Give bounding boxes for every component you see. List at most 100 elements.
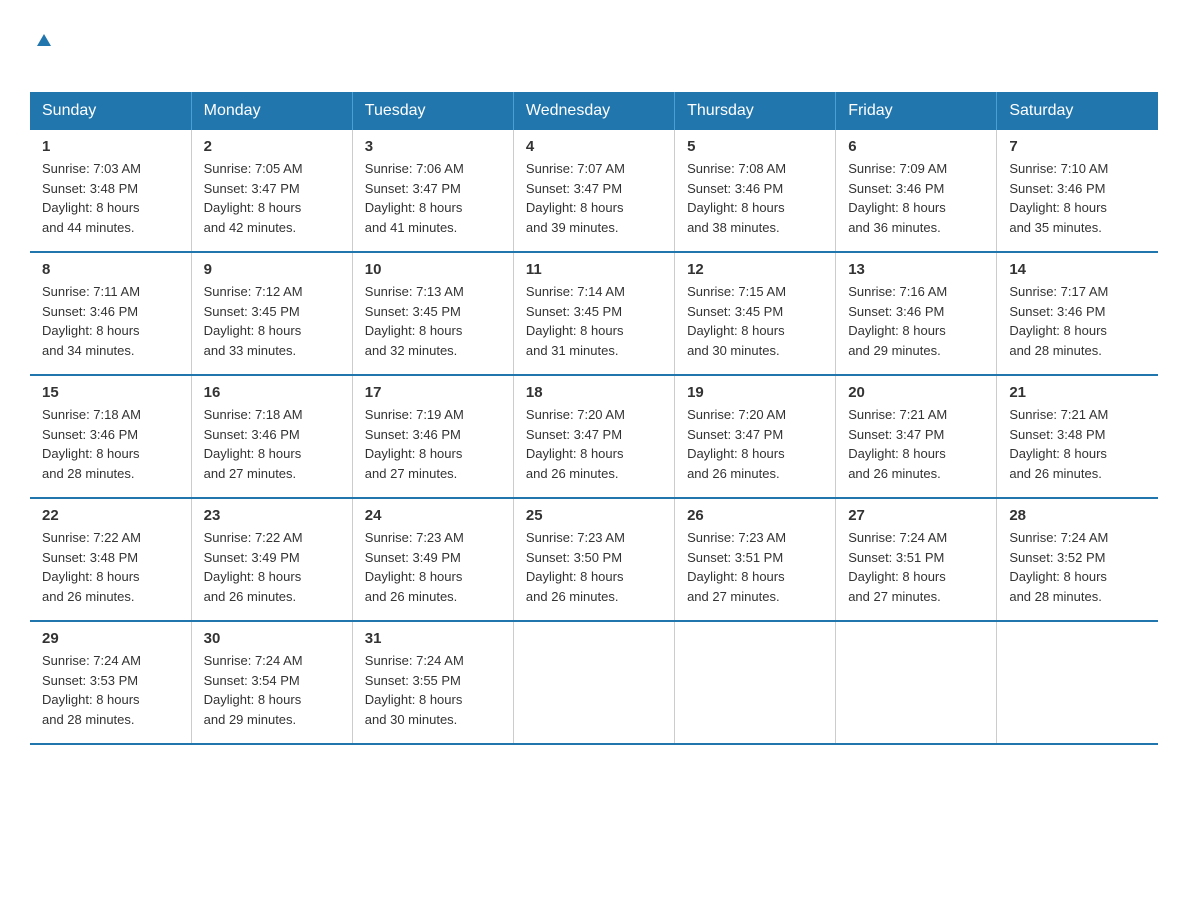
calendar-cell: 28Sunrise: 7:24 AMSunset: 3:52 PMDayligh… bbox=[997, 498, 1158, 621]
calendar-cell: 20 Sunrise: 7:21 AMSunset: 3:47 PMDayligh… bbox=[836, 375, 997, 498]
calendar-cell bbox=[836, 621, 997, 744]
day-number: 12 bbox=[687, 261, 823, 278]
calendar-cell: 19Sunrise: 7:20 AMSunset: 3:47 PMDayligh… bbox=[675, 375, 836, 498]
day-info: Sunrise: 7:24 AMSunset: 3:54 PMDaylight:… bbox=[204, 651, 340, 729]
calendar-cell: 4Sunrise: 7:07 AMSunset: 3:47 PMDaylight… bbox=[513, 130, 674, 252]
day-number: 17 bbox=[365, 384, 501, 401]
day-number: 24 bbox=[365, 507, 501, 524]
header-sunday: Sunday bbox=[30, 92, 191, 130]
page-header bbox=[30, 20, 1158, 82]
day-info: Sunrise: 7:18 AMSunset: 3:46 PMDaylight:… bbox=[204, 405, 340, 483]
calendar-cell: 6 Sunrise: 7:09 AMSunset: 3:46 PMDaylight… bbox=[836, 130, 997, 252]
calendar-header-row: SundayMondayTuesdayWednesdayThursdayFrid… bbox=[30, 92, 1158, 130]
calendar-cell: 29 Sunrise: 7:24 AMSunset: 3:53 PMDayligh… bbox=[30, 621, 191, 744]
day-number: 8 bbox=[42, 261, 179, 278]
day-info: Sunrise: 7:23 AMSunset: 3:51 PMDaylight:… bbox=[687, 528, 823, 606]
logo-triangle-icon bbox=[33, 28, 55, 50]
day-info: Sunrise: 7:22 AMSunset: 3:49 PMDaylight:… bbox=[204, 528, 340, 606]
calendar-cell: 7Sunrise: 7:10 AMSunset: 3:46 PMDaylight… bbox=[997, 130, 1158, 252]
day-info: Sunrise: 7:19 AMSunset: 3:46 PMDaylight:… bbox=[365, 405, 501, 483]
day-info: Sunrise: 7:15 AMSunset: 3:45 PMDaylight:… bbox=[687, 282, 823, 360]
calendar-cell: 14 Sunrise: 7:17 AMSunset: 3:46 PMDayligh… bbox=[997, 252, 1158, 375]
calendar-cell: 18Sunrise: 7:20 AMSunset: 3:47 PMDayligh… bbox=[513, 375, 674, 498]
day-number: 9 bbox=[204, 261, 340, 278]
header-thursday: Thursday bbox=[675, 92, 836, 130]
calendar-cell: 17 Sunrise: 7:19 AMSunset: 3:46 PMDayligh… bbox=[352, 375, 513, 498]
calendar-cell bbox=[513, 621, 674, 744]
calendar-cell: 3 Sunrise: 7:06 AMSunset: 3:47 PMDaylight… bbox=[352, 130, 513, 252]
calendar-cell: 25Sunrise: 7:23 AMSunset: 3:50 PMDayligh… bbox=[513, 498, 674, 621]
day-number: 2 bbox=[204, 138, 340, 155]
calendar-cell: 8 Sunrise: 7:11 AMSunset: 3:46 PMDaylight… bbox=[30, 252, 191, 375]
day-info: Sunrise: 7:09 AMSunset: 3:46 PMDaylight:… bbox=[848, 159, 984, 237]
day-info: Sunrise: 7:21 AMSunset: 3:48 PMDaylight:… bbox=[1009, 405, 1146, 483]
calendar-cell: 2 Sunrise: 7:05 AMSunset: 3:47 PMDaylight… bbox=[191, 130, 352, 252]
logo bbox=[30, 20, 55, 82]
day-number: 18 bbox=[526, 384, 662, 401]
day-info: Sunrise: 7:20 AMSunset: 3:47 PMDaylight:… bbox=[687, 405, 823, 483]
day-info: Sunrise: 7:24 AMSunset: 3:53 PMDaylight:… bbox=[42, 651, 179, 729]
calendar-week-row: 22 Sunrise: 7:22 AMSunset: 3:48 PMDayligh… bbox=[30, 498, 1158, 621]
day-number: 20 bbox=[848, 384, 984, 401]
day-number: 28 bbox=[1009, 507, 1146, 524]
day-info: Sunrise: 7:06 AMSunset: 3:47 PMDaylight:… bbox=[365, 159, 501, 237]
day-info: Sunrise: 7:05 AMSunset: 3:47 PMDaylight:… bbox=[204, 159, 340, 237]
day-number: 27 bbox=[848, 507, 984, 524]
day-info: Sunrise: 7:17 AMSunset: 3:46 PMDaylight:… bbox=[1009, 282, 1146, 360]
calendar-cell: 16 Sunrise: 7:18 AMSunset: 3:46 PMDayligh… bbox=[191, 375, 352, 498]
day-number: 14 bbox=[1009, 261, 1146, 278]
day-info: Sunrise: 7:11 AMSunset: 3:46 PMDaylight:… bbox=[42, 282, 179, 360]
day-number: 1 bbox=[42, 138, 179, 155]
day-number: 3 bbox=[365, 138, 501, 155]
calendar-cell bbox=[675, 621, 836, 744]
day-info: Sunrise: 7:03 AMSunset: 3:48 PMDaylight:… bbox=[42, 159, 179, 237]
calendar-week-row: 15 Sunrise: 7:18 AMSunset: 3:46 PMDayligh… bbox=[30, 375, 1158, 498]
calendar-cell: 9Sunrise: 7:12 AMSunset: 3:45 PMDaylight… bbox=[191, 252, 352, 375]
calendar-cell: 15 Sunrise: 7:18 AMSunset: 3:46 PMDayligh… bbox=[30, 375, 191, 498]
day-number: 15 bbox=[42, 384, 179, 401]
header-saturday: Saturday bbox=[997, 92, 1158, 130]
header-friday: Friday bbox=[836, 92, 997, 130]
calendar-week-row: 8 Sunrise: 7:11 AMSunset: 3:46 PMDaylight… bbox=[30, 252, 1158, 375]
day-number: 6 bbox=[848, 138, 984, 155]
day-number: 11 bbox=[526, 261, 662, 278]
calendar-cell: 22 Sunrise: 7:22 AMSunset: 3:48 PMDayligh… bbox=[30, 498, 191, 621]
calendar-cell: 24 Sunrise: 7:23 AMSunset: 3:49 PMDayligh… bbox=[352, 498, 513, 621]
calendar-cell: 21 Sunrise: 7:21 AMSunset: 3:48 PMDayligh… bbox=[997, 375, 1158, 498]
day-number: 16 bbox=[204, 384, 340, 401]
calendar-cell: 11Sunrise: 7:14 AMSunset: 3:45 PMDayligh… bbox=[513, 252, 674, 375]
header-tuesday: Tuesday bbox=[352, 92, 513, 130]
calendar-cell: 31 Sunrise: 7:24 AMSunset: 3:55 PMDayligh… bbox=[352, 621, 513, 744]
calendar-cell: 1 Sunrise: 7:03 AMSunset: 3:48 PMDaylight… bbox=[30, 130, 191, 252]
day-info: Sunrise: 7:22 AMSunset: 3:48 PMDaylight:… bbox=[42, 528, 179, 606]
calendar-cell: 23 Sunrise: 7:22 AMSunset: 3:49 PMDayligh… bbox=[191, 498, 352, 621]
day-info: Sunrise: 7:23 AMSunset: 3:49 PMDaylight:… bbox=[365, 528, 501, 606]
day-info: Sunrise: 7:13 AMSunset: 3:45 PMDaylight:… bbox=[365, 282, 501, 360]
day-number: 10 bbox=[365, 261, 501, 278]
day-info: Sunrise: 7:18 AMSunset: 3:46 PMDaylight:… bbox=[42, 405, 179, 483]
calendar-table: SundayMondayTuesdayWednesdayThursdayFrid… bbox=[30, 92, 1158, 745]
day-number: 31 bbox=[365, 630, 501, 647]
day-number: 13 bbox=[848, 261, 984, 278]
day-number: 5 bbox=[687, 138, 823, 155]
day-number: 23 bbox=[204, 507, 340, 524]
header-monday: Monday bbox=[191, 92, 352, 130]
day-info: Sunrise: 7:24 AMSunset: 3:51 PMDaylight:… bbox=[848, 528, 984, 606]
day-number: 21 bbox=[1009, 384, 1146, 401]
calendar-cell: 26 Sunrise: 7:23 AMSunset: 3:51 PMDayligh… bbox=[675, 498, 836, 621]
day-info: Sunrise: 7:21 AMSunset: 3:47 PMDaylight:… bbox=[848, 405, 984, 483]
calendar-cell: 27 Sunrise: 7:24 AMSunset: 3:51 PMDayligh… bbox=[836, 498, 997, 621]
day-info: Sunrise: 7:24 AMSunset: 3:55 PMDaylight:… bbox=[365, 651, 501, 729]
day-number: 29 bbox=[42, 630, 179, 647]
day-number: 7 bbox=[1009, 138, 1146, 155]
calendar-week-row: 29 Sunrise: 7:24 AMSunset: 3:53 PMDayligh… bbox=[30, 621, 1158, 744]
day-info: Sunrise: 7:08 AMSunset: 3:46 PMDaylight:… bbox=[687, 159, 823, 237]
day-info: Sunrise: 7:07 AMSunset: 3:47 PMDaylight:… bbox=[526, 159, 662, 237]
day-info: Sunrise: 7:16 AMSunset: 3:46 PMDaylight:… bbox=[848, 282, 984, 360]
day-number: 30 bbox=[204, 630, 340, 647]
day-number: 22 bbox=[42, 507, 179, 524]
day-number: 26 bbox=[687, 507, 823, 524]
calendar-cell: 12 Sunrise: 7:15 AMSunset: 3:45 PMDayligh… bbox=[675, 252, 836, 375]
calendar-cell: 10 Sunrise: 7:13 AMSunset: 3:45 PMDayligh… bbox=[352, 252, 513, 375]
calendar-cell bbox=[997, 621, 1158, 744]
